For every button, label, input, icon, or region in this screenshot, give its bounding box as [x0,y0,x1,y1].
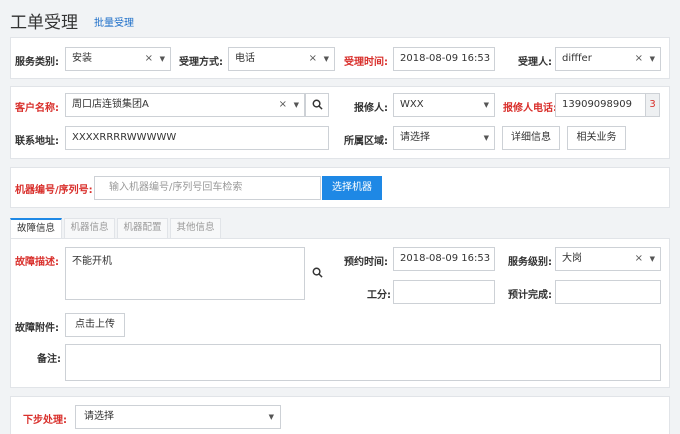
accept-time-input[interactable]: 2018-08-09 16:53 [393,47,495,71]
accept-method-select[interactable]: 电话 × ▼ [228,47,335,71]
fault-desc-textarea[interactable]: 不能开机 [65,247,305,300]
customer-search-button[interactable] [305,93,329,117]
detail-info-button[interactable]: 详细信息 [502,126,560,150]
upload-button[interactable]: 点击上传 [65,313,125,337]
machine-label: 机器编号/序列号: [15,185,93,196]
acceptor-select[interactable]: difffer × ▼ [555,47,661,71]
search-icon [312,99,323,110]
next-step-select[interactable]: 请选择 ▼ [75,405,281,429]
machine-panel: 机器编号/序列号: 输入机器编号/序列号回车检索 选择机器 [10,167,670,208]
customer-name-label: 客户名称: [15,103,59,114]
reporter-label: 报修人: [354,103,388,114]
tab-machine-info[interactable]: 机器信息 [64,218,115,238]
batch-accept-link[interactable]: 批量受理 [94,14,134,29]
appointment-label: 预约时间: [344,257,388,268]
reporter-select[interactable]: WXX ▼ [393,93,495,117]
chevron-down-icon: ▼ [483,101,489,109]
region-label: 所属区域: [344,136,388,147]
chevron-down-icon: ▼ [268,413,274,421]
phone-count-badge: 3 [645,94,659,116]
next-step-panel: 下步处理: 请选择 ▼ [10,396,670,434]
reporter-phone-input[interactable]: 13909098909 3 [555,93,660,117]
fault-panel: 故障描述: 不能开机 预约时间: 2018-08-09 16:53 服务级别: … [10,238,670,388]
page-title: 工单受理 [10,13,78,33]
chevron-down-icon: ▼ [649,255,655,263]
remark-label: 备注: [37,354,61,365]
customer-panel: 客户名称: 周口店连锁集团A × ▼ 报修人: WXX ▼ 报修人电话: 139… [10,86,670,159]
appointment-time-input[interactable]: 2018-08-09 16:53 [393,247,495,271]
service-type-select[interactable]: 安装 × ▼ [65,47,171,71]
service-level-label: 服务级别: [508,257,552,268]
select-machine-button[interactable]: 选择机器 [322,176,382,200]
expected-finish-label: 预计完成: [508,290,552,301]
tab-fault-info[interactable]: 故障信息 [10,218,62,239]
clear-icon[interactable]: × [635,48,643,70]
machine-search-input[interactable]: 输入机器编号/序列号回车检索 [94,176,321,200]
expected-finish-input[interactable] [555,280,661,304]
chevron-down-icon: ▼ [293,101,299,109]
work-hours-input[interactable] [393,280,495,304]
chevron-down-icon: ▼ [483,134,489,142]
remark-textarea[interactable] [65,344,661,381]
clear-icon[interactable]: × [635,248,643,270]
address-label: 联系地址: [15,136,59,147]
reporter-phone-label: 报修人电话: [503,103,557,114]
chevron-down-icon: ▼ [649,55,655,63]
address-input[interactable]: XXXXRRRRWWWWW [65,126,329,150]
accept-method-label: 受理方式: [179,57,223,68]
tab-other-info[interactable]: 其他信息 [170,218,221,238]
chevron-down-icon: ▼ [159,55,165,63]
fault-desc-label: 故障描述: [15,257,59,268]
work-hours-label: 工分: [367,290,391,301]
search-icon [312,267,323,278]
region-select[interactable]: 请选择 ▼ [393,126,495,150]
service-type-label: 服务类别: [15,57,59,68]
service-panel: 服务类别: 安装 × ▼ 受理方式: 电话 × ▼ 受理时间: 2018-08-… [10,37,670,79]
service-level-select[interactable]: 大岗 × ▼ [555,247,661,271]
accept-time-label: 受理时间: [344,57,388,68]
acceptor-label: 受理人: [518,57,552,68]
tab-machine-config[interactable]: 机器配置 [117,218,168,238]
clear-icon[interactable]: × [145,48,153,70]
customer-name-select[interactable]: 周口店连锁集团A × ▼ [65,93,305,117]
attachment-label: 故障附件: [15,323,59,334]
clear-icon[interactable]: × [279,94,287,116]
fault-search-button[interactable] [305,247,329,300]
chevron-down-icon: ▼ [323,55,329,63]
next-step-label: 下步处理: [23,415,67,426]
clear-icon[interactable]: × [309,48,317,70]
related-business-button[interactable]: 相关业务 [567,126,626,150]
